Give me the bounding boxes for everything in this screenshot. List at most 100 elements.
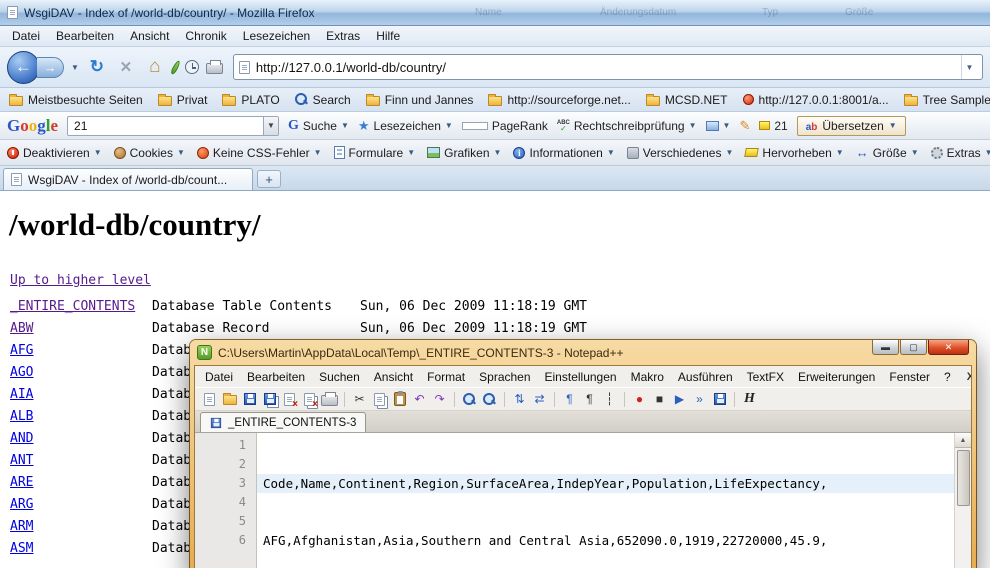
code-area[interactable]: Code,Name,Continent,Region,SurfaceArea,I… <box>257 433 954 568</box>
menu-chronik[interactable]: Chronik <box>177 27 234 45</box>
menu-hilfe[interactable]: Hilfe <box>368 27 408 45</box>
webdev-css[interactable]: Keine CSS-Fehler▼ <box>197 146 322 160</box>
npp-menu-bearbeiten[interactable]: Bearbeiten <box>240 368 312 386</box>
scroll-up-arrow[interactable]: ▲ <box>955 433 971 448</box>
new-file-icon[interactable] <box>201 391 218 408</box>
history-clock-icon[interactable] <box>185 60 199 74</box>
run-macro-multiple-icon[interactable]: » <box>691 391 708 408</box>
npp-menu-erweiterungen[interactable]: Erweiterungen <box>791 368 882 386</box>
bookmark-sourceforge[interactable]: http://sourceforge.net... <box>488 93 630 107</box>
pencil-icon[interactable]: ✎ <box>739 118 750 134</box>
notepad-tab[interactable]: _ENTIRE_CONTENTS-3 <box>200 412 366 432</box>
highlight-button[interactable]: 21 <box>759 119 787 133</box>
vertical-scrollbar[interactable]: ▲ <box>954 433 971 568</box>
entry-link[interactable]: AGO <box>10 365 152 380</box>
entry-link[interactable]: AIA <box>10 387 152 402</box>
sync-vertical-icon[interactable]: ⇅ <box>511 391 528 408</box>
bookmark-plato[interactable]: PLATO <box>222 93 279 107</box>
search-dropdown-icon[interactable]: ▼ <box>263 117 278 135</box>
menu-lesezeichen[interactable]: Lesezeichen <box>235 27 318 45</box>
stop-macro-icon[interactable]: ■ <box>651 391 668 408</box>
play-macro-icon[interactable]: ▶ <box>671 391 688 408</box>
webdev-formulare[interactable]: Formulare▼ <box>334 146 416 160</box>
webdev-informationen[interactable]: iInformationen▼ <box>513 146 614 160</box>
menu-datei[interactable]: Datei <box>4 27 48 45</box>
replace-icon[interactable] <box>481 391 498 408</box>
menu-bearbeiten[interactable]: Bearbeiten <box>48 27 122 45</box>
npp-menu-makro[interactable]: Makro <box>624 368 671 386</box>
up-to-higher-level-link[interactable]: Up to higher level <box>10 273 151 288</box>
webdev-hervorheben[interactable]: Hervorheben▼ <box>745 146 843 160</box>
npp-menu-ausfuehren[interactable]: Ausführen <box>671 368 740 386</box>
reload-button[interactable]: ↻ <box>86 57 108 77</box>
bookmark-mcsd-net[interactable]: MCSD.NET <box>646 93 728 107</box>
record-macro-icon[interactable]: ● <box>631 391 648 408</box>
bookmark-privat[interactable]: Privat <box>158 93 208 107</box>
html-preview-icon[interactable]: H <box>741 391 758 408</box>
uebersetzen-button[interactable]: abÜbersetzen▼ <box>797 116 906 136</box>
entry-link[interactable]: ANT <box>10 453 152 468</box>
save-icon[interactable] <box>241 391 258 408</box>
bookmark-finn-und-jannes[interactable]: Finn und Jannes <box>366 93 474 107</box>
history-dropdown-icon[interactable]: ▼ <box>71 63 79 72</box>
close-all-icon[interactable] <box>301 391 318 408</box>
entry-link[interactable]: AND <box>10 431 152 446</box>
spellcheck-button[interactable]: ABC✓Rechtschreibprüfung▼ <box>557 119 697 133</box>
npp-menu-format[interactable]: Format <box>420 368 472 386</box>
copy-icon[interactable] <box>371 391 388 408</box>
notepad-window[interactable]: N C:\Users\Martin\AppData\Local\Temp\_EN… <box>190 340 976 568</box>
undo-icon[interactable]: ↶ <box>411 391 428 408</box>
paste-icon[interactable] <box>391 391 408 408</box>
notepad-titlebar[interactable]: N C:\Users\Martin\AppData\Local\Temp\_EN… <box>194 340 972 365</box>
tab-wsgidav[interactable]: WsgiDAV - Index of /world-db/count... <box>3 168 253 190</box>
npp-menu-sprachen[interactable]: Sprachen <box>472 368 537 386</box>
entry-link[interactable]: ALB <box>10 409 152 424</box>
npp-menu-help[interactable]: ? <box>937 368 958 386</box>
notepad-editor[interactable]: 1 2 3 4 5 6 Code,Name,Continent,Region,S… <box>195 433 971 568</box>
redo-icon[interactable]: ↷ <box>431 391 448 408</box>
home-button[interactable]: ⌂ <box>144 56 166 78</box>
forward-button[interactable]: → <box>37 57 64 78</box>
close-file-icon[interactable] <box>281 391 298 408</box>
webdev-extras[interactable]: Extras▼ <box>931 146 990 160</box>
webdev-groesse[interactable]: ↔Größe▼ <box>856 145 919 160</box>
url-bar[interactable]: http://127.0.0.1/world-db/country/ ▼ <box>233 54 983 80</box>
entry-link[interactable]: ABW <box>10 321 152 336</box>
npp-menu-fenster[interactable]: Fenster <box>882 368 937 386</box>
close-button[interactable]: ✕ <box>928 340 969 355</box>
scrollbar-thumb[interactable] <box>957 450 970 506</box>
pagerank-widget[interactable]: PageRank <box>462 119 548 133</box>
entry-link[interactable]: ARM <box>10 519 152 534</box>
entry-link[interactable]: ARG <box>10 497 152 512</box>
npp-menu-close-x[interactable]: X <box>958 371 972 383</box>
menu-extras[interactable]: Extras <box>318 27 368 45</box>
open-file-icon[interactable] <box>221 391 238 408</box>
npp-menu-einstellungen[interactable]: Einstellungen <box>538 368 624 386</box>
npp-menu-textfx[interactable]: TextFX <box>740 368 791 386</box>
sync-horizontal-icon[interactable]: ⇄ <box>531 391 548 408</box>
feather-icon[interactable] <box>170 59 181 75</box>
webdev-cookies[interactable]: Cookies▼ <box>114 146 185 160</box>
google-search-input[interactable]: 21 <box>68 119 263 133</box>
webdev-grafiken[interactable]: Grafiken▼ <box>427 146 501 160</box>
webdev-verschiedenes[interactable]: Verschiedenes▼ <box>627 146 734 160</box>
url-input[interactable]: http://127.0.0.1/world-db/country/ <box>256 60 955 75</box>
entry-link[interactable]: ARE <box>10 475 152 490</box>
print-icon[interactable] <box>206 63 223 74</box>
url-dropdown-icon[interactable]: ▼ <box>961 55 977 79</box>
maximize-button[interactable]: ▢ <box>900 340 927 355</box>
word-wrap-icon[interactable]: ¶ <box>561 391 578 408</box>
back-button[interactable]: ← <box>7 51 40 84</box>
minimize-button[interactable]: ▬ <box>872 340 899 355</box>
find-icon[interactable] <box>461 391 478 408</box>
entry-link[interactable]: ASM <box>10 541 152 556</box>
npp-menu-suchen[interactable]: Suchen <box>312 368 367 386</box>
npp-menu-datei[interactable]: Datei <box>198 368 240 386</box>
send-to-button[interactable]: ▼ <box>706 121 731 131</box>
save-all-icon[interactable] <box>261 391 278 408</box>
google-suche-button[interactable]: GSuche▼ <box>288 118 349 134</box>
bookmark-localhost-8001[interactable]: http://127.0.0.1:8001/a... <box>743 93 889 107</box>
google-search-box[interactable]: 21 ▼ <box>67 116 279 136</box>
webdev-deaktivieren[interactable]: Deaktivieren▼ <box>7 146 102 160</box>
bookmark-meistbesuchte-seiten[interactable]: Meistbesuchte Seiten <box>9 93 143 107</box>
